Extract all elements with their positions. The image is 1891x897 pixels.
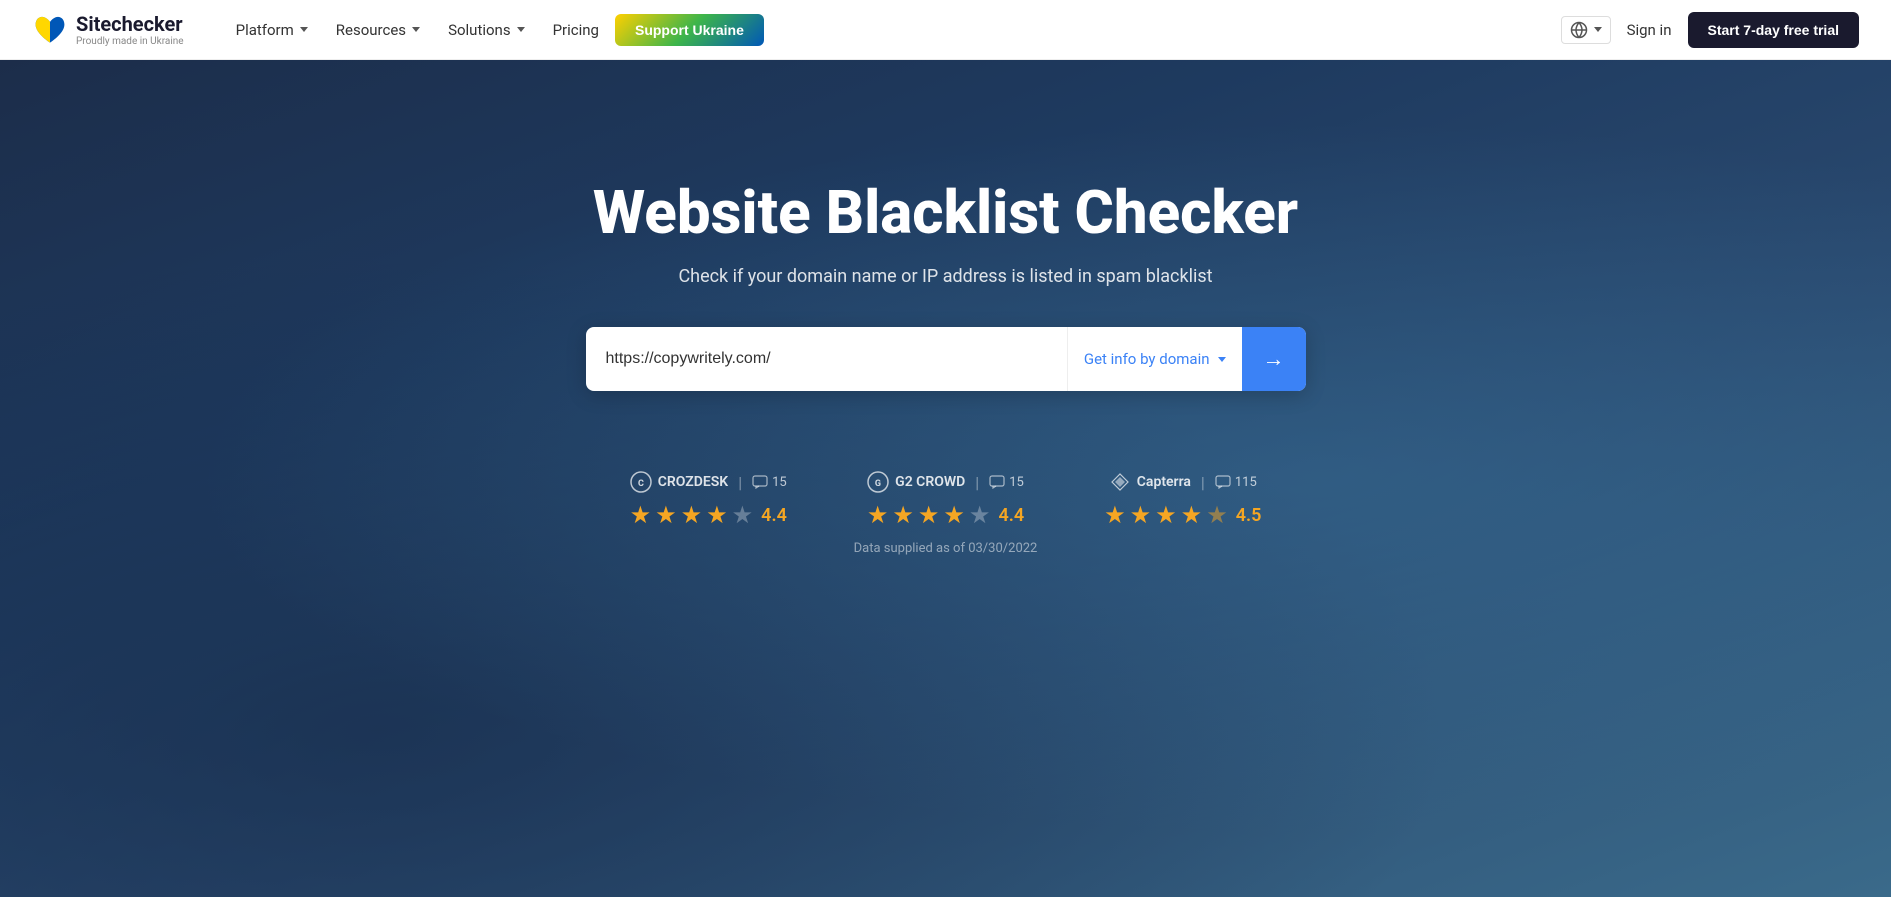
g2-icon: G — [867, 471, 889, 493]
g2-score: 4.4 — [998, 505, 1024, 526]
capterra-review-count: 115 — [1235, 475, 1257, 490]
domain-selector-label: Get info by domain — [1084, 350, 1210, 368]
capterra-icon — [1109, 471, 1131, 493]
globe-icon — [1570, 21, 1588, 39]
logo-icon — [32, 12, 68, 48]
crozdesk-icon: C — [630, 471, 652, 493]
ratings-section: C CROZDESK | 15 ★ ★ ★ ★ ★ — [630, 471, 1262, 529]
chevron-down-icon — [517, 27, 525, 32]
g2-review-count: 15 — [1009, 475, 1024, 490]
logo[interactable]: Sitechecker Proudly made in Ukraine — [32, 12, 184, 48]
hero-section: Website Blacklist Checker Check if your … — [0, 60, 1891, 897]
hero-title: Website Blacklist Checker — [516, 180, 1376, 246]
comment-icon — [989, 475, 1005, 489]
nav-platform[interactable]: Platform — [224, 15, 320, 45]
language-selector[interactable] — [1561, 16, 1611, 44]
arrow-right-icon: → — [1263, 346, 1285, 372]
support-ukraine-button[interactable]: Support Ukraine — [615, 14, 764, 46]
hero-content: Website Blacklist Checker Check if your … — [496, 180, 1396, 391]
crozdesk-logo: C CROZDESK — [630, 471, 728, 493]
url-input[interactable] — [586, 350, 1067, 368]
comment-icon — [752, 475, 768, 489]
nav-resources[interactable]: Resources — [324, 15, 432, 45]
crozdesk-rating: C CROZDESK | 15 ★ ★ ★ ★ ★ — [630, 471, 787, 529]
capterra-rating: Capterra | 115 ★ ★ ★ ★ ★ 4.5 — [1104, 471, 1261, 529]
chevron-down-icon — [300, 27, 308, 32]
g2crowd-rating: G G2 CROWD | 15 ★ ★ ★ ★ ★ — [867, 471, 1024, 529]
navbar: Sitechecker Proudly made in Ukraine Plat… — [0, 0, 1891, 60]
search-submit-button[interactable]: → — [1242, 327, 1306, 391]
nav-pricing[interactable]: Pricing — [541, 15, 611, 45]
chevron-down-icon — [412, 27, 420, 32]
nav-solutions[interactable]: Solutions — [436, 15, 537, 45]
data-supplied-text: Data supplied as of 03/30/2022 — [854, 541, 1038, 556]
chevron-down-icon — [1218, 357, 1226, 362]
crozdesk-label: CROZDESK — [658, 474, 728, 490]
search-box: Get info by domain → — [586, 327, 1306, 391]
logo-tagline: Proudly made in Ukraine — [76, 36, 184, 47]
nav-right: Sign in Start 7-day free trial — [1561, 12, 1859, 48]
crozdesk-score: 4.4 — [761, 505, 787, 526]
g2-logo: G G2 CROWD — [867, 471, 965, 493]
comment-icon — [1215, 475, 1231, 489]
chevron-down-icon — [1594, 27, 1602, 32]
g2-label: G2 CROWD — [895, 474, 965, 490]
hero-subtitle: Check if your domain name or IP address … — [516, 266, 1376, 287]
svg-text:G: G — [875, 479, 881, 489]
domain-selector[interactable]: Get info by domain — [1067, 327, 1242, 391]
crozdesk-review-count: 15 — [772, 475, 787, 490]
g2-stars: ★ ★ ★ ★ ★ 4.4 — [867, 501, 1024, 529]
trial-button[interactable]: Start 7-day free trial — [1688, 12, 1860, 48]
logo-name: Sitechecker — [76, 12, 184, 36]
svg-text:C: C — [638, 479, 644, 489]
capterra-score: 4.5 — [1236, 505, 1262, 526]
signin-link[interactable]: Sign in — [1627, 21, 1672, 39]
capterra-logo: Capterra — [1109, 471, 1191, 493]
nav-links: Platform Resources Solutions Pricing Sup… — [224, 14, 1561, 46]
capterra-stars: ★ ★ ★ ★ ★ 4.5 — [1104, 501, 1261, 529]
crozdesk-stars: ★ ★ ★ ★ ★ 4.4 — [630, 501, 787, 529]
capterra-label: Capterra — [1137, 474, 1191, 490]
